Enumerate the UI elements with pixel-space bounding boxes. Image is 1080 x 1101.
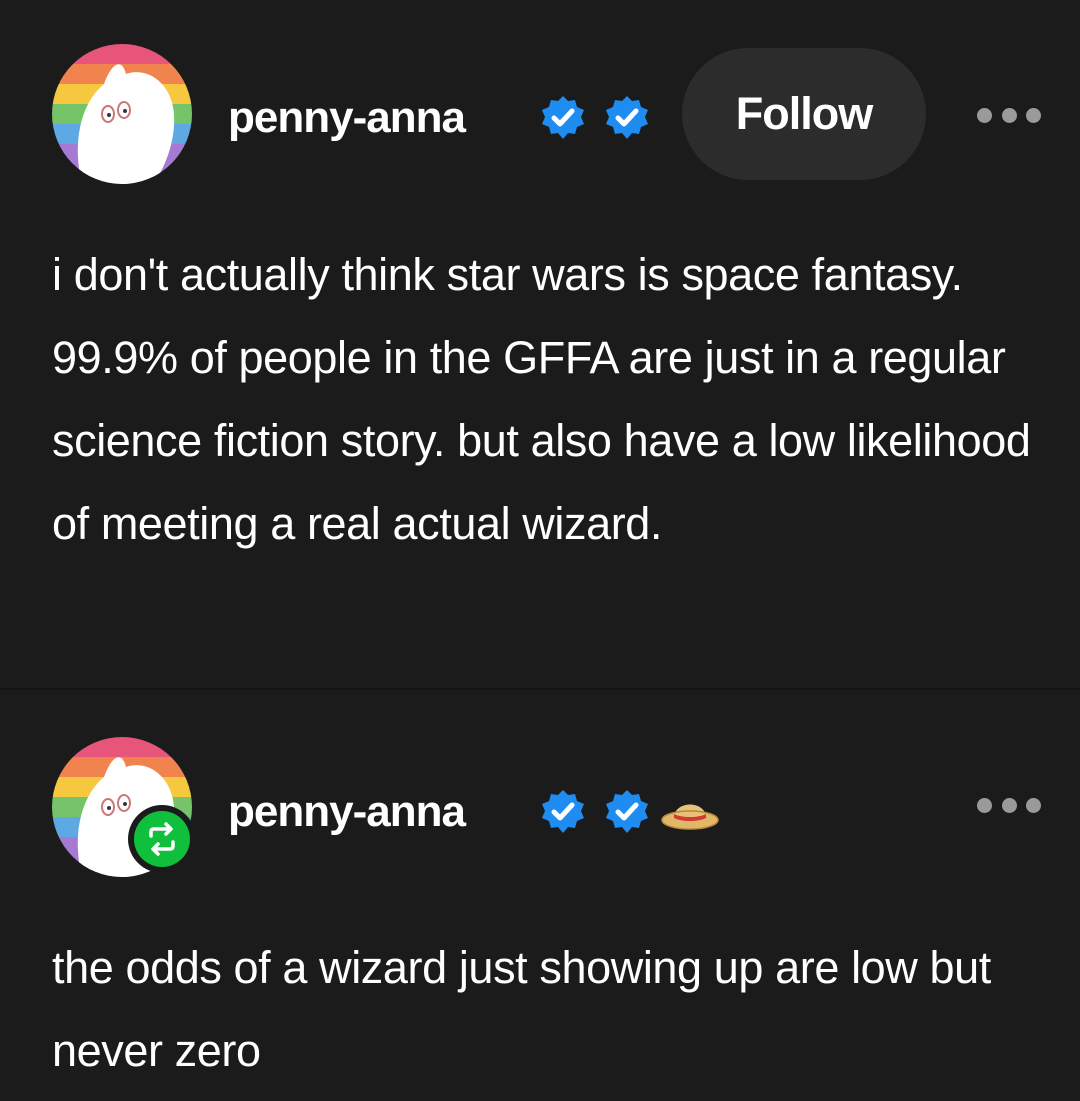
reblog-badge: [128, 805, 196, 873]
verified-checkmark-icon: [540, 789, 586, 835]
more-options-icon-dot: [1026, 107, 1041, 123]
verified-checkmark-icon: [604, 95, 650, 141]
reblog-icon: [149, 822, 175, 856]
straw-hat-icon: [660, 788, 720, 832]
more-options-icon-dot: [1026, 797, 1041, 813]
more-options-button[interactable]: [977, 790, 1041, 820]
post-author-username[interactable]: penny-anna: [228, 790, 466, 834]
more-options-icon: [977, 107, 992, 123]
more-options-icon: [977, 797, 992, 813]
more-options-icon-dot: [1001, 107, 1017, 123]
verified-checkmark-icon: [540, 95, 586, 141]
post-original: penny-anna Follow i don't actually think…: [0, 0, 1080, 688]
avatar-image: [52, 44, 192, 184]
verified-checkmark-icon: [604, 789, 650, 835]
post-author-username[interactable]: penny-anna: [228, 96, 466, 140]
avatar[interactable]: [52, 44, 192, 184]
post-body-text: i don't actually think star wars is spac…: [52, 249, 1031, 549]
follow-button[interactable]: Follow: [682, 48, 926, 180]
more-options-icon-dot: [1001, 797, 1017, 813]
more-options-button[interactable]: [977, 100, 1041, 130]
post-body-text: the odds of a wizard just showing up are…: [52, 942, 991, 1076]
reblog-badge-circle: [134, 811, 190, 867]
